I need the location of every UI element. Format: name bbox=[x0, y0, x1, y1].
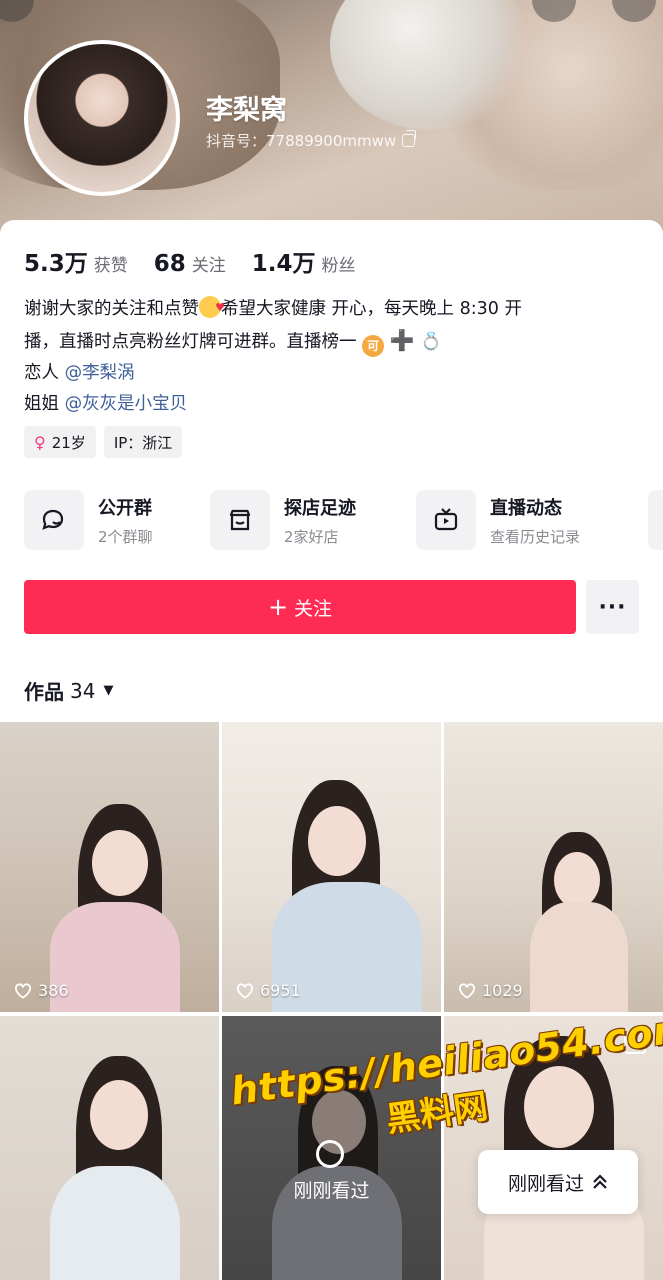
stat-label: 粉丝 bbox=[321, 256, 356, 276]
plus-icon: ➕ bbox=[389, 328, 415, 352]
entry-subtitle: 查看历史记录 bbox=[490, 527, 581, 546]
double-chevron-up-icon bbox=[593, 1174, 607, 1189]
shop-icon bbox=[210, 490, 270, 550]
smiling-face-hearts-icon bbox=[199, 292, 225, 323]
video-tile[interactable]: 6951 bbox=[222, 722, 441, 1012]
like-count-value: 386 bbox=[38, 981, 69, 1000]
stat-number: 68 bbox=[153, 251, 186, 277]
bio-text: 播，直播时点亮粉丝灯牌可进群。直播榜一 bbox=[24, 332, 357, 352]
mention-link[interactable]: @李梨涡 bbox=[65, 363, 135, 383]
ip-text: IP：浙江 bbox=[113, 433, 173, 452]
group-chat-icon bbox=[24, 490, 84, 550]
mention-link[interactable]: @灰灰是小宝贝 bbox=[65, 394, 188, 414]
bio-line-4: 姐姐 @灰灰是小宝贝 bbox=[24, 389, 639, 420]
recently-watched-button[interactable]: 刚刚看过 bbox=[478, 1150, 638, 1214]
bio-line-3: 恋人 @李梨涡 bbox=[24, 358, 639, 389]
recently-watched-label: 刚刚看过 bbox=[507, 1172, 584, 1195]
stat-label: 关注 bbox=[191, 256, 226, 276]
copy-icon[interactable] bbox=[402, 130, 417, 147]
tv-icon bbox=[416, 490, 476, 550]
stat-likes[interactable]: 5.3万 获赞 bbox=[24, 244, 128, 278]
bio-line-1: 谢谢大家的关注和点赞 希望大家健康 开心，每天晚上 8:30 开 bbox=[24, 292, 639, 325]
entry-subtitle: 2家好店 bbox=[284, 527, 339, 546]
like-count: 386 bbox=[14, 981, 69, 1000]
video-tile[interactable]: 1029 bbox=[444, 722, 663, 1012]
like-count-value: 1029 bbox=[482, 981, 523, 1000]
avatar[interactable] bbox=[24, 40, 180, 196]
stat-following[interactable]: 68 关注 bbox=[154, 251, 226, 277]
age-text: 21岁 bbox=[51, 433, 86, 452]
douyin-id[interactable]: 抖音号： 77889900mmww bbox=[206, 130, 417, 151]
female-icon: ♀ bbox=[34, 432, 46, 452]
douyin-id-value: 77889900mmww bbox=[266, 131, 397, 150]
bio-text: 希望大家健康 开心，每天晚上 8:30 开 bbox=[221, 299, 522, 319]
bio-text: 姐姐 bbox=[24, 394, 65, 414]
stats-row: 5.3万 获赞 68 关注 1.4万 粉丝 bbox=[24, 244, 382, 278]
works-count: 34 bbox=[70, 678, 96, 703]
bio-text: 谢谢大家的关注和点赞 bbox=[24, 299, 199, 319]
caret-down-icon: ▼ bbox=[103, 683, 114, 698]
coin-icon: 可 bbox=[362, 335, 385, 357]
follow-button[interactable]: + 关注 bbox=[24, 580, 576, 634]
age-tag: ♀ 21岁 bbox=[24, 426, 96, 458]
entry-live-history[interactable]: 直播动态 查看历史记录 bbox=[416, 490, 580, 550]
entry-public-group[interactable]: 公开群 2个群聊 bbox=[24, 490, 153, 550]
follow-label: 关注 bbox=[294, 597, 333, 620]
bio-line-2: 播，直播时点亮粉丝灯牌可进群。直播榜一 可 ➕ 💍 bbox=[24, 325, 639, 358]
nickname: 李梨窝 bbox=[206, 95, 287, 126]
bio-text: 恋人 bbox=[24, 363, 65, 383]
entry-subtitle: 2个群聊 bbox=[98, 527, 153, 546]
entry-more[interactable] bbox=[648, 490, 663, 550]
more-icon: ··· bbox=[598, 594, 627, 620]
profile-tags: ♀ 21岁 IP：浙江 bbox=[24, 426, 183, 458]
like-count: 6951 bbox=[236, 981, 301, 1000]
douyin-id-label: 抖音号： bbox=[206, 132, 267, 150]
stat-number: 5.3万 bbox=[24, 251, 88, 277]
entry-title: 公开群 bbox=[98, 497, 152, 519]
ring-icon: 💍 bbox=[420, 332, 442, 352]
stat-followers[interactable]: 1.4万 粉丝 bbox=[252, 244, 356, 278]
ip-tag: IP：浙江 bbox=[103, 426, 183, 458]
stat-label: 获赞 bbox=[93, 256, 128, 276]
video-tile[interactable] bbox=[0, 1016, 219, 1280]
plus-icon: + bbox=[267, 593, 289, 621]
like-count: 1029 bbox=[458, 981, 523, 1000]
stat-number: 1.4万 bbox=[251, 251, 316, 277]
tab-works[interactable]: 作品 34 ▼ bbox=[24, 676, 113, 705]
heart-icon bbox=[15, 982, 31, 999]
entry-title: 直播动态 bbox=[490, 497, 562, 519]
like-count-value: 6951 bbox=[260, 981, 301, 1000]
watched-label: 刚刚看过 bbox=[293, 1180, 370, 1202]
works-label: 作品 bbox=[24, 680, 64, 704]
video-tile[interactable]: 386 bbox=[0, 722, 219, 1012]
heart-icon bbox=[459, 982, 475, 999]
heart-icon bbox=[237, 982, 253, 999]
more-options-button[interactable]: ··· bbox=[586, 580, 639, 634]
feature-entries: 公开群 2个群聊 探店足迹 2家好店 直播动态 查看历史记录 bbox=[24, 490, 663, 550]
bio: 谢谢大家的关注和点赞 希望大家健康 开心，每天晚上 8:30 开 播，直播时点亮粉… bbox=[24, 292, 639, 420]
entry-shop-visits[interactable]: 探店足迹 2家好店 bbox=[210, 490, 356, 550]
entry-title: 探店足迹 bbox=[284, 497, 356, 519]
